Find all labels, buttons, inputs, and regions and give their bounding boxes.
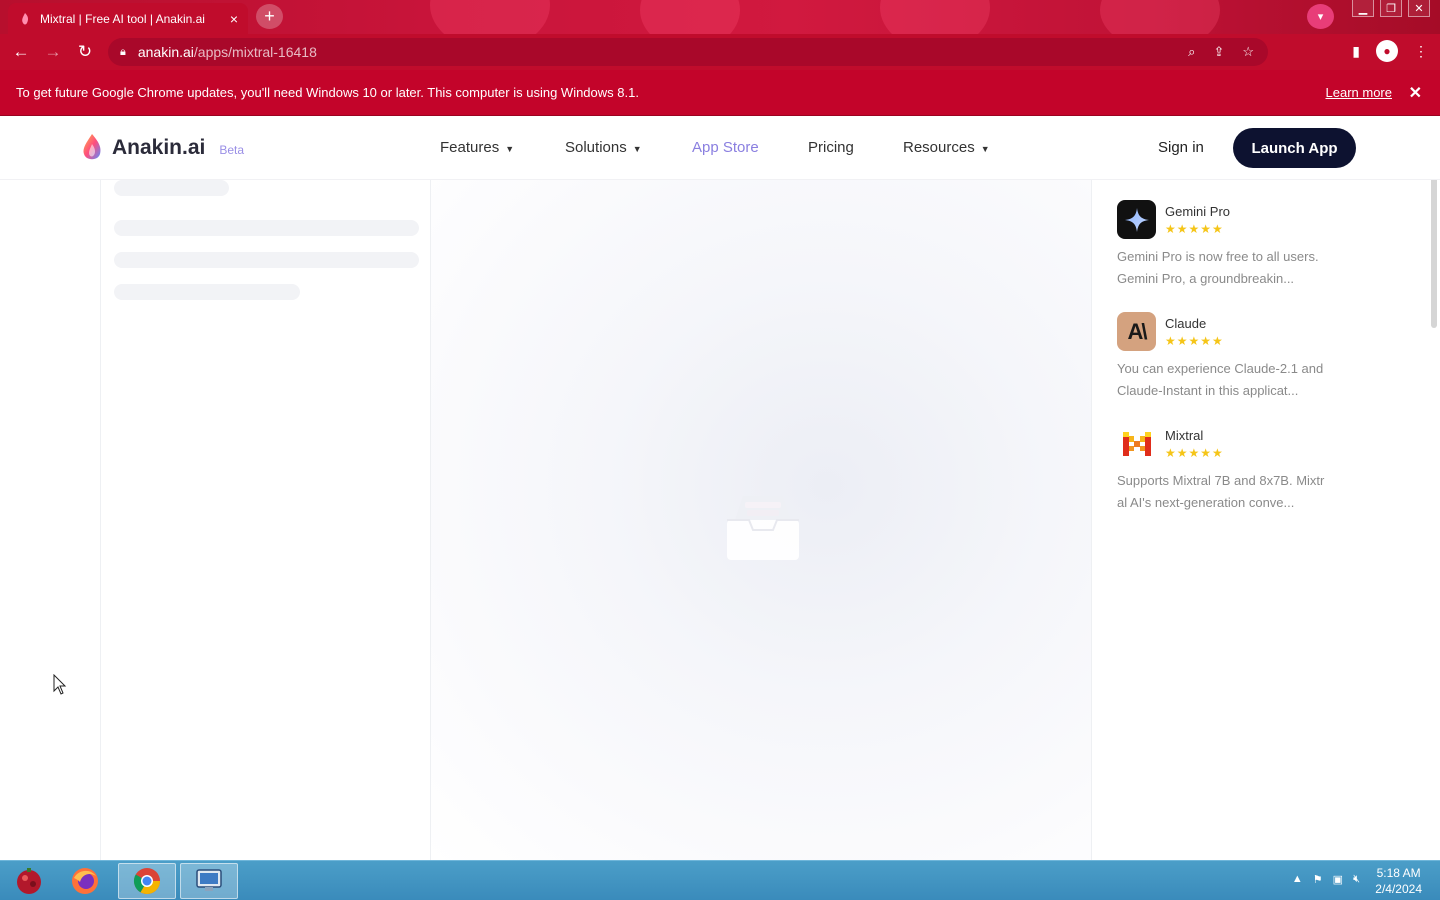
web-page: Anakin.ai Beta Features ▼ Solutions ▼ Ap… [0,116,1440,860]
app-name: Gemini Pro [1165,204,1231,219]
related-apps-panel: Gemini Pro ★★★★★ Gemini Pro is now free … [1091,116,1440,860]
new-tab-button[interactable]: + [256,4,283,29]
gemini-sparkle-icon [1117,200,1156,239]
infobar-close-icon[interactable]: ✕ [1409,83,1422,103]
forward-button[interactable]: → [42,41,64,63]
tab-search-button[interactable]: ▾ [1307,4,1334,29]
browser-toolbar: ← → ↻ 🔒︎ anakin.ai/apps/mixtral-16418 ⌕ … [0,34,1440,70]
site-logo[interactable]: Anakin.ai Beta [80,133,244,163]
nav-label: Pricing [808,139,854,156]
chevron-down-icon: ▼ [632,143,642,154]
chevron-down-icon: ▾ [1317,11,1324,23]
skeleton-line [114,220,419,236]
minimize-button[interactable]: ▁ [1352,0,1374,17]
app-name: Mixtral [1165,428,1204,443]
lock-icon: 🔒︎ [120,45,126,58]
taskbar-firefox[interactable] [56,863,114,899]
system-clock[interactable]: 5:18 AM 2/4/2024 [1375,865,1422,897]
chevron-down-icon: ▼ [980,143,990,154]
background-decoration [1100,0,1220,34]
kebab-menu-icon[interactable]: ⋮ [1414,43,1428,60]
launch-app-button[interactable]: Launch App [1233,128,1356,168]
side-panel-icon[interactable]: ▮ [1352,43,1360,60]
chrome-icon [133,868,161,895]
volume-muted-icon[interactable]: 🔇︎ [1353,873,1360,886]
claude-logo-icon: A\ [1117,312,1156,351]
back-button[interactable]: ← [10,41,32,63]
skeleton-line [114,252,419,268]
address-bar-actions: ⌕ ⇪ ☆ [1188,44,1254,60]
background-decoration [640,0,740,34]
background-decoration [430,0,550,34]
windows-taskbar: ▲ ⚑ ▣ 🔇︎ 5:18 AM 2/4/2024 [0,860,1440,900]
empty-inbox-icon [727,496,799,560]
tab-title: Mixtral | Free AI tool | Anakin.ai [40,11,205,26]
tab-close-icon[interactable]: × [230,11,238,27]
system-tray: ▲ ⚑ ▣ 🔇︎ [1292,873,1360,886]
mistral-logo-icon [1117,424,1156,463]
logo-text: Anakin.ai [112,136,206,159]
network-icon[interactable]: ▣ [1333,873,1343,886]
start-orb-icon [17,868,41,894]
nav-app-store[interactable]: App Store [692,139,759,156]
chrome-update-infobar: To get future Google Chrome updates, you… [0,70,1440,116]
mouse-cursor-icon [53,674,67,695]
action-center-flag-icon[interactable]: ⚑ [1313,873,1323,886]
zoom-search-icon[interactable]: ⌕ [1188,44,1195,60]
nav-pricing[interactable]: Pricing [808,139,854,156]
browser-tab[interactable]: Mixtral | Free AI tool | Anakin.ai × [8,3,248,34]
monitor-icon [196,869,222,891]
skeleton-line [114,284,300,300]
nav-label: Features [440,139,500,156]
star-rating: ★★★★★ [1165,222,1224,236]
panel-scrollbar[interactable] [1431,174,1437,328]
app-details-skeleton [100,180,431,860]
toolbar-right: ▮ ● ⋮ [1352,40,1428,62]
window-controls: ▁ ❐ ✕ [1352,0,1430,17]
infobar-message: To get future Google Chrome updates, you… [16,85,639,100]
beta-badge: Beta [219,143,245,157]
app-description: You can experience Claude-2.1 and Claude… [1117,361,1324,398]
chevron-down-icon: ▼ [505,143,515,154]
app-workspace [431,180,1091,860]
taskbar-chrome[interactable] [118,863,176,899]
anakin-flame-icon [83,134,101,160]
nav-label: Solutions [565,139,627,156]
app-description: Gemini Pro is now free to all users. Gem… [1117,249,1319,286]
clock-date: 2/4/2024 [1375,882,1422,896]
tray-expand-icon[interactable]: ▲ [1292,873,1303,886]
skeleton-line [114,180,229,196]
url-path: /apps/mixtral-16418 [193,44,317,60]
star-rating: ★★★★★ [1165,334,1224,348]
arrow-right-icon: → [44,42,62,61]
nav-resources[interactable]: Resources ▼ [903,139,990,156]
app-description: Supports Mixtral 7B and 8x7B. Mixtral AI… [1117,473,1325,510]
browser-tab-strip: Mixtral | Free AI tool | Anakin.ai × + ▾… [0,0,1440,34]
reload-button[interactable]: ↻ [74,41,96,63]
start-button[interactable] [0,863,58,899]
restore-button[interactable]: ❐ [1380,0,1402,17]
background-decoration [880,0,990,34]
taskbar-remote-desktop[interactable] [180,863,238,899]
share-icon[interactable]: ⇪ [1213,44,1224,60]
profile-avatar-icon[interactable]: ● [1376,40,1398,62]
learn-more-link[interactable]: Learn more [1326,85,1392,100]
clock-time: 5:18 AM [1376,866,1421,880]
nav-features[interactable]: Features ▼ [440,139,514,156]
url-host: anakin.ai [137,44,194,60]
nav-label: Resources [903,139,975,156]
reload-icon: ↻ [77,42,93,61]
app-name: Claude [1165,316,1207,331]
nav-label: App Store [692,139,759,156]
address-bar[interactable]: 🔒︎ anakin.ai/apps/mixtral-16418 ⌕ ⇪ ☆ [108,38,1268,66]
bookmark-star-icon[interactable]: ☆ [1242,44,1254,60]
anakin-favicon-icon [22,12,29,24]
site-header: Anakin.ai Beta Features ▼ Solutions ▼ Ap… [0,116,1440,180]
nav-solutions[interactable]: Solutions ▼ [565,139,642,156]
arrow-left-icon: ← [12,42,30,61]
close-window-button[interactable]: ✕ [1408,0,1430,17]
star-rating: ★★★★★ [1165,446,1224,460]
sign-in-link[interactable]: Sign in [1158,139,1204,156]
firefox-icon [72,868,98,894]
